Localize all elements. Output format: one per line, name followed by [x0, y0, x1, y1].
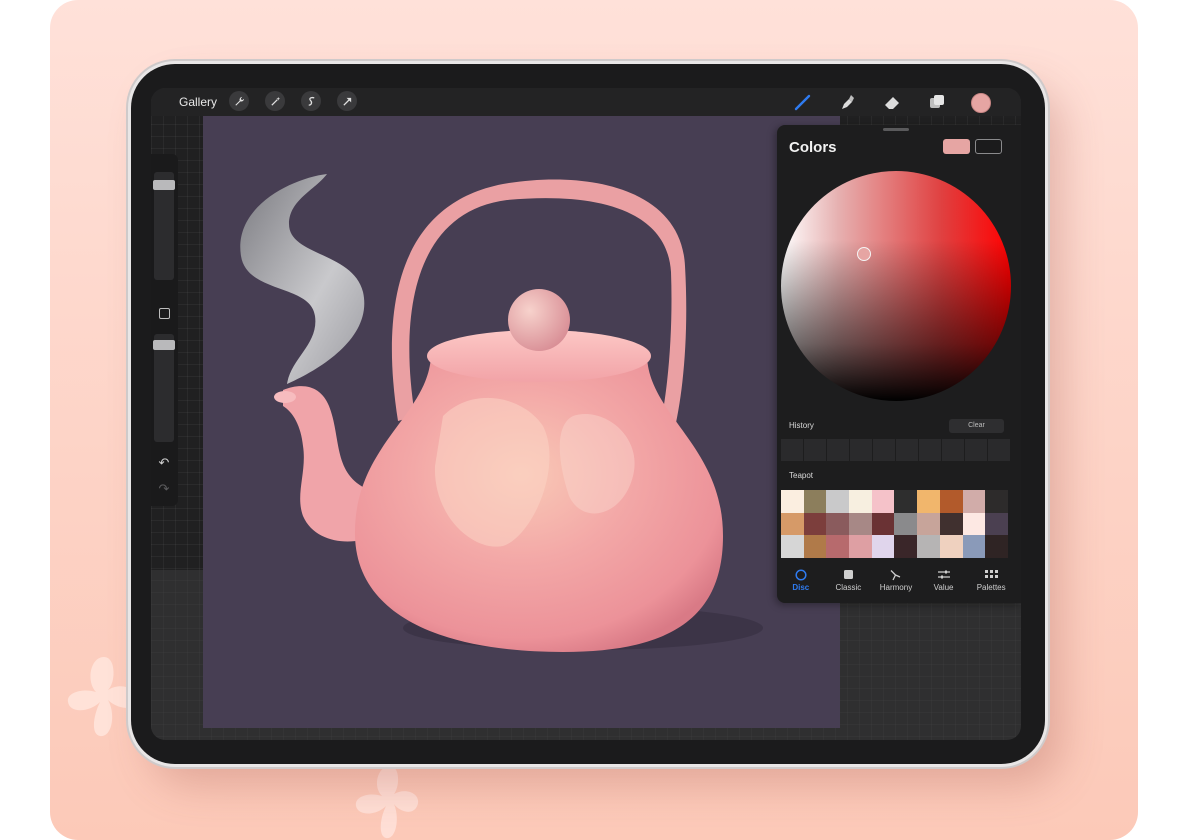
procreate-screen: Gallery ↶ ↷ Colors History Clear Teapot …	[151, 88, 1021, 740]
palette-swatch[interactable]	[826, 512, 850, 536]
spout-opening	[274, 391, 296, 403]
colors-panel: Colors History Clear Teapot Disc Classic…	[777, 125, 1021, 603]
palette-swatch[interactable]	[917, 490, 940, 513]
primary-color-swatch[interactable]	[943, 139, 970, 154]
tab-label: Palettes	[976, 583, 1006, 592]
harmony-icon	[891, 569, 901, 580]
color-disc[interactable]	[781, 171, 1011, 401]
color-mode-tabs: Disc Classic Harmony Value Palettes	[777, 568, 1021, 598]
layers-icon[interactable]	[927, 92, 947, 112]
secondary-color-swatch[interactable]	[975, 139, 1002, 154]
palette-name: Teapot	[789, 471, 814, 480]
palette-swatch[interactable]	[826, 490, 850, 513]
gallery-button[interactable]: Gallery	[179, 95, 217, 109]
smudge-icon[interactable]	[837, 92, 857, 112]
classic-icon	[843, 570, 853, 579]
palette-swatch[interactable]	[849, 490, 872, 513]
palette-swatch[interactable]	[781, 535, 804, 558]
current-color-button[interactable]	[971, 93, 991, 113]
tab-harmony[interactable]: Harmony	[872, 568, 920, 598]
tab-label: Harmony	[879, 583, 913, 592]
palette-swatch[interactable]	[985, 512, 1008, 536]
palette-swatch[interactable]	[939, 490, 963, 513]
tab-label: Classic	[835, 583, 862, 592]
top-toolbar: Gallery	[151, 88, 1021, 116]
history-slot[interactable]	[827, 439, 849, 461]
flower-decoration-bottom	[355, 766, 419, 839]
modifier-button[interactable]	[159, 308, 170, 319]
palette-swatch[interactable]	[849, 535, 872, 558]
palette-swatch[interactable]	[894, 512, 918, 536]
tab-value[interactable]: Value	[920, 568, 968, 598]
eraser-icon[interactable]	[882, 92, 902, 112]
palette-swatch[interactable]	[871, 535, 895, 558]
palette-swatch[interactable]	[939, 535, 963, 558]
history-slot[interactable]	[873, 439, 895, 461]
tab-label: Disc	[792, 583, 810, 592]
palette-grid	[781, 490, 1008, 558]
transform-arrow-icon[interactable]	[337, 91, 357, 111]
redo-icon[interactable]: ↷	[156, 482, 172, 496]
disc-icon	[795, 568, 807, 581]
history-slot[interactable]	[988, 439, 1010, 461]
drawing-canvas[interactable]	[203, 116, 840, 728]
palette-swatch[interactable]	[803, 535, 827, 558]
palette-swatch[interactable]	[803, 490, 827, 513]
brush-icon[interactable]	[793, 92, 813, 112]
tab-disc[interactable]: Disc	[777, 568, 825, 598]
history-slot[interactable]	[919, 439, 941, 461]
opacity-handle[interactable]	[153, 340, 175, 350]
pink-teapot-illustration	[240, 174, 763, 652]
steam	[240, 174, 365, 384]
palette-swatch[interactable]	[962, 535, 986, 558]
left-sidebar: ↶ ↷	[151, 154, 178, 506]
colors-title: Colors	[789, 139, 837, 156]
wrench-icon[interactable]	[229, 91, 249, 111]
selection-icon[interactable]	[301, 91, 321, 111]
palette-swatch[interactable]	[917, 535, 940, 558]
palette-swatch[interactable]	[871, 512, 895, 536]
palette-swatch[interactable]	[803, 512, 827, 536]
magic-wand-icon[interactable]	[265, 91, 285, 111]
palette-swatch[interactable]	[849, 512, 872, 536]
palette-swatch[interactable]	[985, 490, 1008, 513]
clear-history-button[interactable]: Clear	[949, 419, 1004, 433]
palette-swatch[interactable]	[894, 535, 918, 558]
tab-classic[interactable]: Classic	[825, 568, 873, 598]
palette-swatch[interactable]	[985, 535, 1008, 558]
color-picker-handle[interactable]	[857, 247, 871, 261]
palette-swatch[interactable]	[962, 512, 986, 536]
value-sliders-icon	[937, 570, 950, 579]
palettes-grid-icon	[984, 569, 998, 578]
panel-grabber[interactable]	[883, 128, 909, 131]
palette-swatch[interactable]	[871, 490, 895, 513]
tab-label: Value	[933, 583, 954, 592]
palette-swatch[interactable]	[826, 535, 850, 558]
history-slot[interactable]	[896, 439, 918, 461]
history-slot[interactable]	[942, 439, 964, 461]
history-slot[interactable]	[781, 439, 803, 461]
history-slot[interactable]	[965, 439, 987, 461]
palette-swatch[interactable]	[781, 490, 804, 513]
palette-swatch[interactable]	[894, 490, 918, 513]
history-slot[interactable]	[850, 439, 872, 461]
history-label: History	[789, 421, 814, 430]
undo-icon[interactable]: ↶	[156, 456, 172, 470]
history-slot[interactable]	[804, 439, 826, 461]
palette-swatch[interactable]	[917, 512, 940, 536]
brush-size-handle[interactable]	[153, 180, 175, 190]
tab-palettes[interactable]: Palettes	[967, 568, 1015, 598]
palette-swatch[interactable]	[962, 490, 986, 513]
palette-swatch[interactable]	[781, 512, 804, 536]
opacity-slider[interactable]	[154, 334, 174, 442]
lid-knob	[508, 289, 570, 351]
palette-swatch[interactable]	[939, 512, 963, 536]
history-row	[781, 439, 1010, 461]
